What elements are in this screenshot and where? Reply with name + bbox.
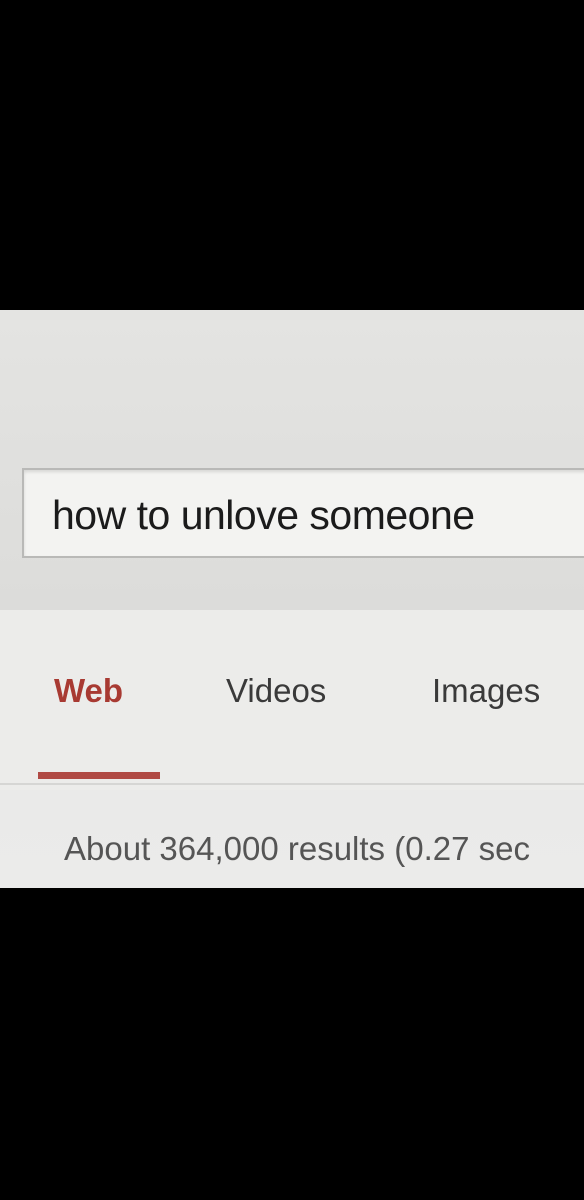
search-page-photo: how to unlove someone Web Videos Images … [0, 310, 584, 888]
header-area [0, 310, 584, 610]
tab-images[interactable]: Images [432, 672, 540, 710]
results-stats: About 364,000 results (0.27 sec [64, 830, 530, 867]
search-query-text: how to unlove someone [52, 492, 475, 538]
active-tab-indicator [38, 772, 160, 779]
search-input[interactable]: how to unlove someone [22, 468, 584, 558]
tabs-divider [0, 783, 584, 785]
tab-videos[interactable]: Videos [226, 672, 326, 710]
tab-web[interactable]: Web [54, 672, 123, 710]
